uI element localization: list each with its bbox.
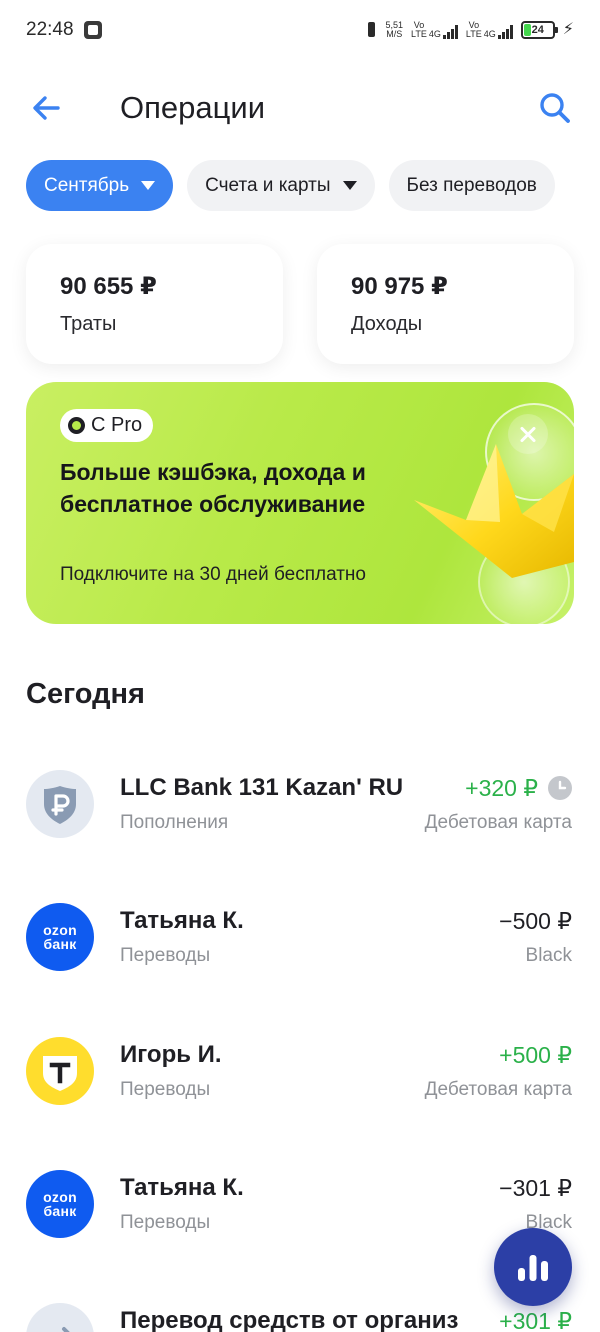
transaction-amount: +301 ₽ xyxy=(499,1308,572,1332)
promo-badge: C Pro xyxy=(60,409,154,442)
income-label: Доходы xyxy=(351,313,423,335)
promo-banner[interactable]: C Pro Больше кэшбэка, дохода и бесплатно… xyxy=(26,382,574,624)
clock-icon xyxy=(548,776,572,800)
sim1-tech: 4G xyxy=(428,29,441,39)
transaction-account: Дебетовая карта xyxy=(424,812,572,833)
status-bar: 22:48 5,51 M/S Vo LTE 4G Vo LTE 4G 24 ⚡ xyxy=(0,0,600,62)
ruble-shield-icon xyxy=(26,770,94,838)
logo-line-2: банк xyxy=(43,936,77,952)
transaction-account: Black xyxy=(525,945,572,966)
notification-app-icon xyxy=(84,21,102,39)
tbank-logo xyxy=(26,1037,94,1105)
search-icon xyxy=(540,93,570,123)
transaction-category: Переводы xyxy=(120,1079,211,1100)
transaction-category: Пополнения xyxy=(120,812,229,833)
network-speed: 5,51 M/S xyxy=(386,21,404,39)
filter-accounts-label: Счета и карты xyxy=(205,174,331,196)
battery-percent: 24 xyxy=(531,24,544,36)
spending-value: 90 655 ₽ xyxy=(60,273,157,300)
spending-card[interactable]: 90 655 ₽ Траты xyxy=(26,244,283,364)
income-value: 90 975 ₽ xyxy=(351,273,448,300)
transaction-amount: −500 ₽ xyxy=(499,908,572,934)
logo-line-1: ozon xyxy=(43,1189,77,1205)
sim2-tech: 4G xyxy=(483,29,496,39)
page-title: Операции xyxy=(120,90,266,125)
back-button[interactable] xyxy=(28,90,64,126)
vibrate-icon xyxy=(364,21,378,39)
pro-logo-icon xyxy=(68,417,85,434)
crown-illustration xyxy=(414,403,574,624)
analytics-chart-icon xyxy=(518,1255,548,1281)
battery-fill xyxy=(523,24,531,36)
app-header: Операции xyxy=(0,80,600,136)
transaction-row[interactable]: Игорь И. Переводы +500 ₽ Дебетовая карта xyxy=(0,1007,600,1117)
filter-month[interactable]: Сентябрь xyxy=(26,160,174,211)
arrow-left-icon xyxy=(33,96,60,120)
chevron-down-icon xyxy=(342,181,357,190)
analytics-fab-button[interactable] xyxy=(494,1228,572,1306)
filter-bar: Сентябрь Счета и карты Без переводов xyxy=(26,160,555,211)
chevron-down-icon xyxy=(141,181,156,190)
transaction-name: LLC Bank 131 Kazan' RU xyxy=(120,774,404,801)
logo-line-2: банк xyxy=(43,1203,77,1219)
transaction-row[interactable]: LLC Bank 131 Kazan' RU Пополнения +320 ₽… xyxy=(0,740,600,850)
sim2-signal: Vo LTE 4G xyxy=(466,21,513,39)
filter-month-label: Сентябрь xyxy=(44,174,130,196)
promo-close-button[interactable] xyxy=(508,414,548,454)
sim2-volte-label: Vo LTE xyxy=(465,20,482,39)
transaction-amount: −301 ₽ xyxy=(499,1175,572,1201)
transaction-account: Дебетовая карта xyxy=(424,1079,572,1100)
search-button[interactable] xyxy=(536,89,574,127)
section-title-today: Сегодня xyxy=(26,678,145,710)
transaction-category: Переводы xyxy=(120,1212,211,1233)
transaction-row[interactable]: ozon банк Татьяна К. Переводы −500 ₽ Bla… xyxy=(0,873,600,983)
sim1-signal: Vo LTE 4G xyxy=(411,21,458,39)
filter-accounts[interactable]: Счета и карты xyxy=(187,160,375,211)
transfer-arrow-icon xyxy=(26,1303,94,1332)
filter-no-transfers-label: Без переводов xyxy=(406,174,537,196)
sim1-volte-label: Vo LTE xyxy=(411,20,427,39)
transaction-category: Переводы xyxy=(120,945,211,966)
transaction-name: Татьяна К. xyxy=(120,907,244,934)
charging-bolt-icon: ⚡ xyxy=(562,21,574,38)
battery-icon: 24 xyxy=(520,21,558,39)
status-time: 22:48 xyxy=(26,19,74,40)
transaction-amount: +320 ₽ xyxy=(465,775,538,801)
logo-line-1: ozon xyxy=(43,922,77,938)
ozon-bank-logo: ozon банк xyxy=(26,903,94,971)
promo-badge-label: C Pro xyxy=(91,414,143,436)
transaction-amount: +500 ₽ xyxy=(499,1042,572,1068)
transaction-name: Игорь И. xyxy=(120,1041,222,1068)
network-speed-unit: M/S xyxy=(386,29,403,39)
ozon-bank-logo: ozon банк xyxy=(26,1170,94,1238)
filter-no-transfers[interactable]: Без переводов xyxy=(388,160,555,211)
transaction-name: Перевод средств от организ xyxy=(120,1307,459,1332)
summary-cards: 90 655 ₽ Траты 90 975 ₽ Доходы xyxy=(26,244,574,364)
transaction-name: Татьяна К. xyxy=(120,1174,244,1201)
status-indicators: 5,51 M/S Vo LTE 4G Vo LTE 4G 24 ⚡ xyxy=(364,18,574,42)
sim2-signal-bars-icon xyxy=(497,25,513,39)
sim1-signal-bars-icon xyxy=(442,25,458,39)
income-card[interactable]: 90 975 ₽ Доходы xyxy=(317,244,574,364)
spending-label: Траты xyxy=(60,313,117,335)
promo-title: Больше кэшбэка, дохода и бесплатное обсл… xyxy=(60,459,366,517)
promo-subtitle: Подключите на 30 дней бесплатно xyxy=(60,564,366,585)
